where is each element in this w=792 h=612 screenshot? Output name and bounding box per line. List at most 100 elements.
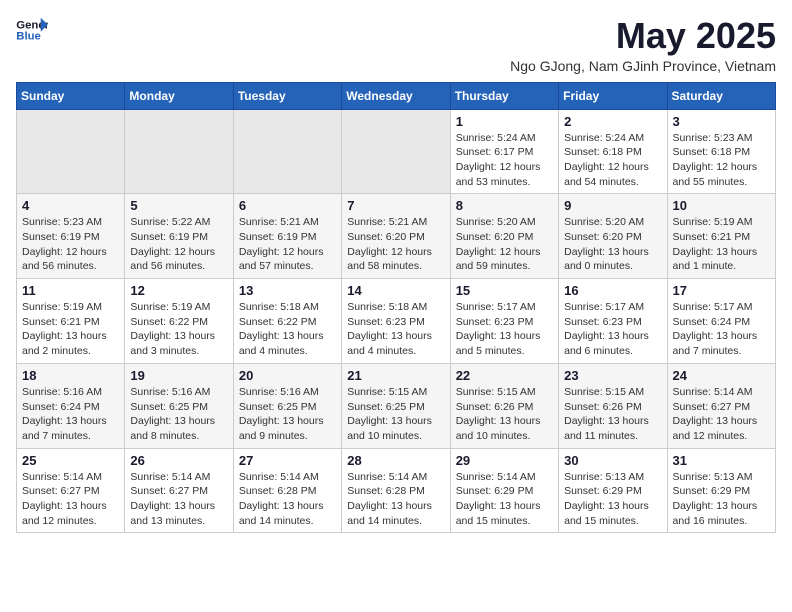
day-number: 31 bbox=[673, 453, 770, 468]
calendar-cell bbox=[125, 109, 233, 194]
day-info: Sunrise: 5:15 AM Sunset: 6:26 PM Dayligh… bbox=[456, 385, 553, 444]
title-block: May 2025 Ngo GJong, Nam GJinh Province, … bbox=[510, 16, 776, 74]
day-info: Sunrise: 5:16 AM Sunset: 6:25 PM Dayligh… bbox=[130, 385, 227, 444]
day-number: 23 bbox=[564, 368, 661, 383]
calendar-cell: 10Sunrise: 5:19 AM Sunset: 6:21 PM Dayli… bbox=[667, 194, 775, 279]
day-info: Sunrise: 5:15 AM Sunset: 6:26 PM Dayligh… bbox=[564, 385, 661, 444]
day-number: 10 bbox=[673, 198, 770, 213]
day-of-week-friday: Friday bbox=[559, 82, 667, 109]
day-info: Sunrise: 5:16 AM Sunset: 6:25 PM Dayligh… bbox=[239, 385, 336, 444]
calendar-cell: 8 Sunrise: 5:20 AM Sunset: 6:20 PM Daylig… bbox=[450, 194, 558, 279]
calendar-cell: 2 Sunrise: 5:24 AM Sunset: 6:18 PM Daylig… bbox=[559, 109, 667, 194]
day-of-week-monday: Monday bbox=[125, 82, 233, 109]
day-info: Sunrise: 5:17 AM Sunset: 6:24 PM Dayligh… bbox=[673, 300, 770, 359]
day-number: 17 bbox=[673, 283, 770, 298]
logo: General Blue bbox=[16, 16, 48, 44]
day-number: 12 bbox=[130, 283, 227, 298]
day-number: 26 bbox=[130, 453, 227, 468]
day-info: Sunrise: 5:20 AM Sunset: 6:20 PM Dayligh… bbox=[564, 215, 661, 274]
day-info: Sunrise: 5:13 AM Sunset: 6:29 PM Dayligh… bbox=[564, 470, 661, 529]
calendar-week-row: 4 Sunrise: 5:23 AM Sunset: 6:19 PM Daylig… bbox=[17, 194, 776, 279]
calendar-cell: 28 Sunrise: 5:14 AM Sunset: 6:28 PM Dayli… bbox=[342, 448, 450, 533]
day-info: Sunrise: 5:15 AM Sunset: 6:25 PM Dayligh… bbox=[347, 385, 444, 444]
calendar-cell bbox=[233, 109, 341, 194]
day-info: Sunrise: 5:13 AM Sunset: 6:29 PM Dayligh… bbox=[673, 470, 770, 529]
day-number: 19 bbox=[130, 368, 227, 383]
day-info: Sunrise: 5:21 AM Sunset: 6:20 PM Dayligh… bbox=[347, 215, 444, 274]
day-number: 29 bbox=[456, 453, 553, 468]
day-number: 24 bbox=[673, 368, 770, 383]
day-number: 11 bbox=[22, 283, 119, 298]
day-of-week-sunday: Sunday bbox=[17, 82, 125, 109]
day-number: 21 bbox=[347, 368, 444, 383]
day-info: Sunrise: 5:14 AM Sunset: 6:27 PM Dayligh… bbox=[22, 470, 119, 529]
day-number: 30 bbox=[564, 453, 661, 468]
day-info: Sunrise: 5:24 AM Sunset: 6:17 PM Dayligh… bbox=[456, 131, 553, 190]
day-info: Sunrise: 5:14 AM Sunset: 6:29 PM Dayligh… bbox=[456, 470, 553, 529]
day-number: 4 bbox=[22, 198, 119, 213]
calendar-cell: 23 Sunrise: 5:15 AM Sunset: 6:26 PM Dayli… bbox=[559, 363, 667, 448]
day-number: 14 bbox=[347, 283, 444, 298]
svg-text:Blue: Blue bbox=[16, 31, 41, 43]
day-info: Sunrise: 5:16 AM Sunset: 6:24 PM Dayligh… bbox=[22, 385, 119, 444]
day-number: 2 bbox=[564, 114, 661, 129]
calendar-cell: 25 Sunrise: 5:14 AM Sunset: 6:27 PM Dayli… bbox=[17, 448, 125, 533]
day-number: 20 bbox=[239, 368, 336, 383]
calendar-cell bbox=[17, 109, 125, 194]
calendar-cell: 22 Sunrise: 5:15 AM Sunset: 6:26 PM Dayli… bbox=[450, 363, 558, 448]
day-number: 16 bbox=[564, 283, 661, 298]
day-info: Sunrise: 5:23 AM Sunset: 6:18 PM Dayligh… bbox=[673, 131, 770, 190]
day-info: Sunrise: 5:18 AM Sunset: 6:23 PM Dayligh… bbox=[347, 300, 444, 359]
day-info: Sunrise: 5:17 AM Sunset: 6:23 PM Dayligh… bbox=[456, 300, 553, 359]
calendar-cell: 29 Sunrise: 5:14 AM Sunset: 6:29 PM Dayli… bbox=[450, 448, 558, 533]
day-info: Sunrise: 5:14 AM Sunset: 6:27 PM Dayligh… bbox=[673, 385, 770, 444]
day-number: 15 bbox=[456, 283, 553, 298]
day-number: 6 bbox=[239, 198, 336, 213]
day-number: 25 bbox=[22, 453, 119, 468]
day-of-week-saturday: Saturday bbox=[667, 82, 775, 109]
day-info: Sunrise: 5:14 AM Sunset: 6:27 PM Dayligh… bbox=[130, 470, 227, 529]
day-info: Sunrise: 5:19 AM Sunset: 6:21 PM Dayligh… bbox=[22, 300, 119, 359]
day-number: 5 bbox=[130, 198, 227, 213]
day-number: 7 bbox=[347, 198, 444, 213]
calendar-cell: 14 Sunrise: 5:18 AM Sunset: 6:23 PM Dayli… bbox=[342, 279, 450, 364]
day-info: Sunrise: 5:14 AM Sunset: 6:28 PM Dayligh… bbox=[347, 470, 444, 529]
day-info: Sunrise: 5:23 AM Sunset: 6:19 PM Dayligh… bbox=[22, 215, 119, 274]
calendar-cell: 27Sunrise: 5:14 AM Sunset: 6:28 PM Dayli… bbox=[233, 448, 341, 533]
calendar-cell: 1 Sunrise: 5:24 AM Sunset: 6:17 PM Daylig… bbox=[450, 109, 558, 194]
calendar-cell: 21 Sunrise: 5:15 AM Sunset: 6:25 PM Dayli… bbox=[342, 363, 450, 448]
calendar-week-row: 11 Sunrise: 5:19 AM Sunset: 6:21 PM Dayli… bbox=[17, 279, 776, 364]
day-info: Sunrise: 5:20 AM Sunset: 6:20 PM Dayligh… bbox=[456, 215, 553, 274]
day-info: Sunrise: 5:24 AM Sunset: 6:18 PM Dayligh… bbox=[564, 131, 661, 190]
day-number: 8 bbox=[456, 198, 553, 213]
day-number: 13 bbox=[239, 283, 336, 298]
calendar-cell: 3 Sunrise: 5:23 AM Sunset: 6:18 PM Daylig… bbox=[667, 109, 775, 194]
day-of-week-thursday: Thursday bbox=[450, 82, 558, 109]
calendar-header-row: SundayMondayTuesdayWednesdayThursdayFrid… bbox=[17, 82, 776, 109]
day-number: 1 bbox=[456, 114, 553, 129]
day-number: 22 bbox=[456, 368, 553, 383]
calendar-cell: 9 Sunrise: 5:20 AM Sunset: 6:20 PM Daylig… bbox=[559, 194, 667, 279]
day-number: 9 bbox=[564, 198, 661, 213]
day-info: Sunrise: 5:19 AM Sunset: 6:22 PM Dayligh… bbox=[130, 300, 227, 359]
calendar-cell: 31 Sunrise: 5:13 AM Sunset: 6:29 PM Dayli… bbox=[667, 448, 775, 533]
day-number: 18 bbox=[22, 368, 119, 383]
day-info: Sunrise: 5:17 AM Sunset: 6:23 PM Dayligh… bbox=[564, 300, 661, 359]
day-number: 3 bbox=[673, 114, 770, 129]
day-info: Sunrise: 5:14 AM Sunset: 6:28 PM Dayligh… bbox=[239, 470, 336, 529]
calendar-cell: 6 Sunrise: 5:21 AM Sunset: 6:19 PM Daylig… bbox=[233, 194, 341, 279]
calendar-subtitle: Ngo GJong, Nam GJinh Province, Vietnam bbox=[510, 58, 776, 74]
day-number: 28 bbox=[347, 453, 444, 468]
logo-icon: General Blue bbox=[16, 16, 48, 44]
calendar-table: SundayMondayTuesdayWednesdayThursdayFrid… bbox=[16, 82, 776, 534]
day-info: Sunrise: 5:21 AM Sunset: 6:19 PM Dayligh… bbox=[239, 215, 336, 274]
calendar-cell: 16 Sunrise: 5:17 AM Sunset: 6:23 PM Dayli… bbox=[559, 279, 667, 364]
calendar-cell: 4 Sunrise: 5:23 AM Sunset: 6:19 PM Daylig… bbox=[17, 194, 125, 279]
calendar-week-row: 1 Sunrise: 5:24 AM Sunset: 6:17 PM Daylig… bbox=[17, 109, 776, 194]
calendar-week-row: 18 Sunrise: 5:16 AM Sunset: 6:24 PM Dayli… bbox=[17, 363, 776, 448]
calendar-cell: 30 Sunrise: 5:13 AM Sunset: 6:29 PM Dayli… bbox=[559, 448, 667, 533]
day-info: Sunrise: 5:22 AM Sunset: 6:19 PM Dayligh… bbox=[130, 215, 227, 274]
calendar-cell: 11 Sunrise: 5:19 AM Sunset: 6:21 PM Dayli… bbox=[17, 279, 125, 364]
calendar-week-row: 25 Sunrise: 5:14 AM Sunset: 6:27 PM Dayli… bbox=[17, 448, 776, 533]
day-info: Sunrise: 5:18 AM Sunset: 6:22 PM Dayligh… bbox=[239, 300, 336, 359]
